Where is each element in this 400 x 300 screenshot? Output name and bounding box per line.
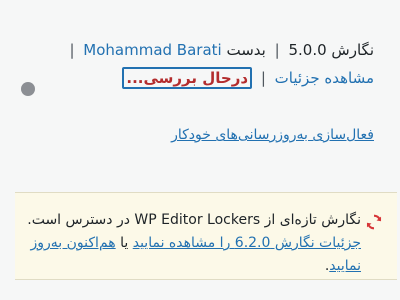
circle-icon bbox=[21, 82, 35, 96]
plugin-meta-row: نگارش 5.0.0 | بدست Mohammad Barati | مشا… bbox=[12, 36, 374, 92]
view-details-link[interactable]: مشاهده جزئیات bbox=[275, 69, 374, 87]
notice-text-before: نگارش تازه‌ای از bbox=[264, 212, 361, 228]
author-link[interactable]: Mohammad Barati bbox=[83, 41, 221, 59]
notice-text-after: در دسترس است. bbox=[27, 212, 130, 228]
notice-line-2: جزئیات نگارش 6.2.0 را مشاهده نمایید یا ه… bbox=[23, 232, 361, 278]
view-version-details-link[interactable]: جزئیات نگارش 6.2.0 را مشاهده نمایید bbox=[133, 235, 361, 251]
separator: | bbox=[274, 41, 280, 59]
plugin-version: نگارش 5.0.0 bbox=[288, 41, 374, 59]
status-badge: درحال بررسی... bbox=[122, 67, 253, 89]
enable-auto-update-link[interactable]: فعال‌سازی به‌روزرسانی‌های خودکار bbox=[171, 127, 374, 143]
update-icon bbox=[366, 214, 382, 230]
by-label: بدست bbox=[226, 41, 266, 59]
separator: | bbox=[260, 69, 266, 87]
update-notice: نگارش تازه‌ای از WP Editor Lockers در دس… bbox=[15, 192, 397, 280]
notice-plugin-name: WP Editor Lockers bbox=[134, 212, 261, 228]
notice-line-1: نگارش تازه‌ای از WP Editor Lockers در دس… bbox=[23, 209, 361, 232]
notice-or-text: یا bbox=[120, 235, 129, 251]
separator: | bbox=[69, 41, 75, 59]
